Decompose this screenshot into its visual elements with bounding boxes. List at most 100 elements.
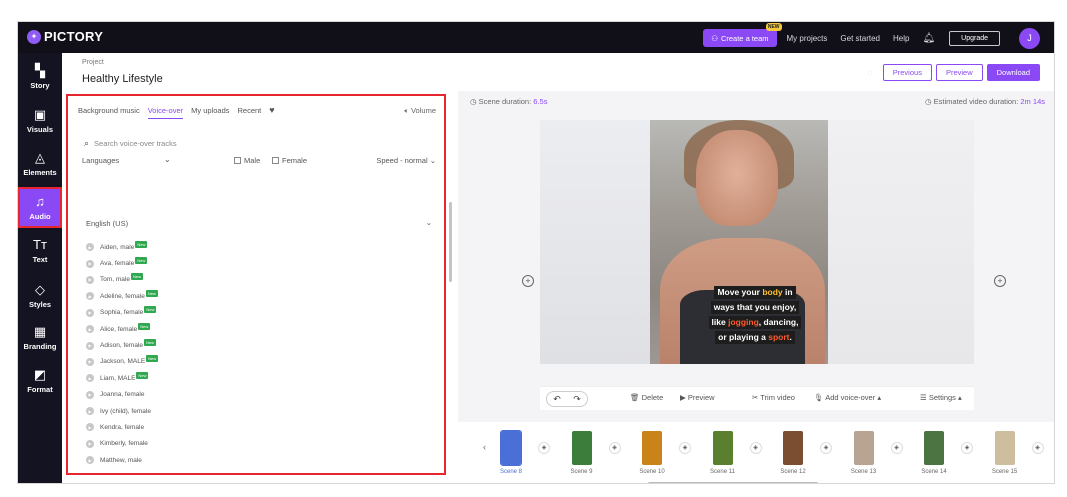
voice-name: Sophia, female [100, 309, 144, 317]
scene-thumbnail[interactable]: Scene 11 [710, 431, 736, 475]
voice-item[interactable]: ▶ Alice, female New [86, 321, 386, 337]
sidebar-item-styles[interactable]: ◇ Styles [18, 276, 62, 316]
scene-thumbnail[interactable]: Scene 9 [569, 431, 595, 475]
speed-dropdown[interactable]: Speed - normal ⌄ [376, 156, 436, 165]
scene-canvas[interactable]: Move your body in ways that you enjoy, l… [540, 120, 974, 364]
voice-item[interactable]: ▶ Kimberly, female [86, 436, 386, 452]
play-icon[interactable]: ▶ [86, 341, 94, 350]
chevron-down-icon[interactable]: ⌄ [164, 155, 171, 164]
play-icon[interactable]: ▶ [86, 374, 94, 383]
sidebar-item-text[interactable]: Tт Text [18, 231, 62, 271]
transition-icon[interactable]: ◈ [820, 442, 832, 454]
voice-item[interactable]: ▶ Ava, female New [86, 255, 386, 271]
voice-item[interactable]: ▶ Sophia, female New [86, 305, 386, 321]
sidebar-item-elements[interactable]: ◬ Elements [18, 144, 62, 184]
play-icon[interactable]: ▶ [86, 439, 94, 448]
add-scene-after-icon[interactable]: + [994, 275, 1006, 287]
scene-thumbnail[interactable]: Scene 15 [992, 431, 1018, 475]
add-voice-over-button[interactable]: 🎙︎ Add voice-over ▴ [814, 393, 881, 402]
transition-icon[interactable]: ◈ [608, 442, 621, 454]
play-icon[interactable]: ▶ [86, 308, 94, 317]
chevron-left-icon[interactable]: ‹ [483, 442, 486, 452]
pictory-logo[interactable]: ✦ PICTORY [27, 29, 103, 44]
voice-name: Joanna, female [100, 391, 145, 399]
sidebar-item-format[interactable]: ◩ Format [18, 361, 62, 401]
transition-icon[interactable]: ◈ [1031, 442, 1044, 454]
trim-video-button[interactable]: ✂ Trim video [752, 393, 795, 402]
scene-thumbnail[interactable]: Scene 8 [498, 430, 524, 475]
preview-button[interactable]: Preview [935, 64, 983, 81]
project-title[interactable]: Healthy Lifestyle [82, 73, 163, 85]
voice-item[interactable]: ▶ Tom, male New [86, 272, 386, 288]
tab-voice-over[interactable]: Voice-over [147, 106, 184, 119]
transition-icon[interactable]: ◈ [749, 442, 762, 454]
heart-icon[interactable]: ♥ [269, 105, 274, 119]
transition-icon[interactable]: ◈ [679, 442, 691, 454]
timeline-scrollbar[interactable] [648, 482, 818, 483]
male-checkbox[interactable]: Male [234, 156, 260, 165]
language-group-header[interactable]: English (US) ⌄ [86, 218, 432, 228]
tab-background-music[interactable]: Background music [78, 106, 140, 119]
sidebar-item-label: Elements [23, 168, 57, 177]
download-button[interactable]: Download [986, 64, 1040, 81]
get-started-link[interactable]: Get started [840, 34, 880, 43]
voice-item[interactable]: ▶ Joanna, female [86, 387, 386, 403]
sidebar-item-story[interactable]: ▚ Story [18, 57, 62, 97]
redo-icon[interactable]: ↷ [573, 394, 581, 405]
voice-item[interactable]: ▶ Kendra, female [86, 419, 386, 435]
scene-caption[interactable]: Move your body in ways that you enjoy, l… [705, 286, 805, 346]
play-icon[interactable]: ▶ [86, 423, 94, 432]
voice-item[interactable]: ▶ Aiden, male New [86, 239, 386, 255]
transition-icon[interactable]: ◈ [890, 442, 903, 454]
sidebar-item-branding[interactable]: ▦ Branding [18, 318, 62, 358]
play-icon[interactable]: ▶ [86, 390, 94, 399]
play-icon[interactable]: ▶ [86, 325, 94, 334]
scene-thumbnail[interactable]: Scene 13 [851, 431, 877, 475]
bell-icon[interactable]: 🔔︎ [922, 33, 935, 44]
scene-preview-button[interactable]: ▶ Preview [680, 393, 715, 402]
volume-control[interactable]: 🔈︎ Volume [404, 106, 436, 116]
play-icon[interactable]: ▶ [86, 472, 94, 473]
left-sidebar: ▚ Story ▣ Visuals ◬ Elements ♫ Audio Tт … [18, 53, 62, 483]
panel-scrollbar[interactable] [449, 202, 452, 282]
avatar[interactable]: J [1019, 27, 1040, 49]
play-icon[interactable]: ▶ [86, 357, 94, 366]
delete-button[interactable]: 🗑︎ Delete [630, 393, 663, 402]
scene-thumbnail[interactable]: Scene 12 [780, 431, 806, 475]
languages-dropdown[interactable]: Languages [82, 156, 119, 165]
voice-item[interactable]: ▶ Adison, female New [86, 337, 386, 353]
previous-button[interactable]: Previous [882, 64, 932, 81]
settings-button[interactable]: ☰ Settings ▴ [920, 393, 962, 402]
search-bar[interactable]: ⌕ Search voice-over tracks [84, 138, 177, 149]
play-icon[interactable]: ▶ [86, 275, 94, 284]
female-checkbox[interactable]: Female [272, 156, 307, 165]
play-icon[interactable]: ▶ [86, 259, 94, 268]
add-scene-before-icon[interactable]: + [522, 275, 534, 287]
undo-icon[interactable]: ↶ [553, 394, 561, 405]
voice-item[interactable]: ▶ Adeline, female New [86, 288, 386, 304]
tab-recent[interactable]: Recent [238, 106, 262, 119]
transition-icon[interactable]: ◈ [961, 442, 973, 454]
play-icon[interactable]: ▶ [86, 407, 94, 416]
scene-thumbnail[interactable]: Scene 14 [921, 431, 947, 475]
help-link[interactable]: Help [893, 34, 909, 43]
play-icon[interactable]: ▶ [86, 292, 94, 301]
caption-keyword: sport [768, 332, 790, 342]
scene-thumbnail[interactable]: Scene 10 [639, 431, 665, 475]
voice-item[interactable]: ▶ Matthew, male [86, 452, 386, 468]
sidebar-item-audio[interactable]: ♫ Audio [18, 187, 62, 228]
sidebar-item-visuals[interactable]: ▣ Visuals [18, 101, 62, 141]
voice-item[interactable]: ▶ Jackson, MALE New [86, 354, 386, 370]
play-icon[interactable]: ▶ [86, 456, 94, 465]
transition-icon[interactable]: ◈ [538, 442, 550, 454]
play-icon[interactable]: ▶ [86, 243, 94, 252]
voice-item[interactable]: ▶ Liam, MALE New [86, 370, 386, 386]
voice-item[interactable]: ▶ Justin (child), male [86, 468, 386, 473]
my-projects-link[interactable]: My projects [787, 34, 828, 43]
upgrade-button[interactable]: Upgrade [949, 30, 1000, 46]
voice-item[interactable]: ▶ Ivy (child), female [86, 403, 386, 419]
search-input[interactable]: Search voice-over tracks [94, 139, 177, 148]
scene-duration-value[interactable]: 6.5s [533, 97, 547, 106]
create-team-button[interactable]: ⚇ Create a team NEW [703, 23, 782, 47]
tab-my-uploads[interactable]: My uploads [191, 106, 229, 119]
